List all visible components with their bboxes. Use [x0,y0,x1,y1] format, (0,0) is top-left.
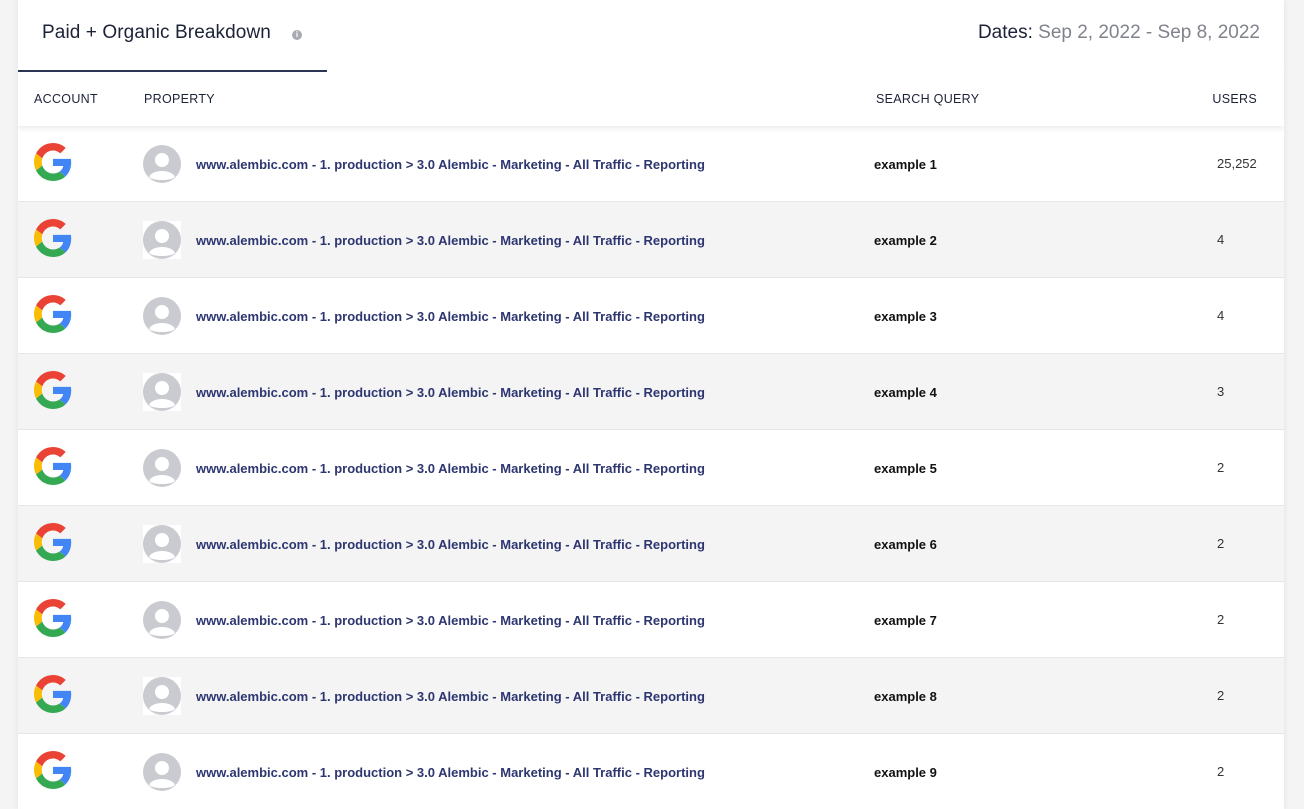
table-row[interactable]: www.alembic.com - 1. production > 3.0 Al… [18,430,1284,506]
table-row[interactable]: www.alembic.com - 1. production > 3.0 Al… [18,278,1284,354]
search-query: example 7 [874,613,937,628]
card-header: Paid + Organic Breakdown i Dates: Sep 2,… [18,0,1284,72]
search-query: example 1 [874,157,937,172]
breakdown-card: Paid + Organic Breakdown i Dates: Sep 2,… [18,0,1284,809]
google-icon [34,675,72,713]
user-avatar-icon [143,449,181,487]
table-row[interactable]: www.alembic.com - 1. production > 3.0 Al… [18,582,1284,658]
dates-value: Sep 2, 2022 - Sep 8, 2022 [1038,22,1260,43]
property-link[interactable]: www.alembic.com - 1. production > 3.0 Al… [196,689,705,704]
google-icon [34,295,72,333]
users-count: 3 [1217,384,1225,399]
users-count: 2 [1217,688,1225,703]
users-count: 2 [1217,612,1225,627]
date-range: Dates: Sep 2, 2022 - Sep 8, 2022 [978,22,1260,44]
info-icon[interactable]: i [292,30,302,40]
users-count: 25,252 [1217,156,1257,171]
property-link[interactable]: www.alembic.com - 1. production > 3.0 Al… [196,157,705,172]
search-query: example 4 [874,385,937,400]
tab-paid-organic-breakdown[interactable]: Paid + Organic Breakdown i [18,0,327,72]
user-avatar-icon [143,525,181,563]
tab-title: Paid + Organic Breakdown [42,22,271,43]
google-icon [34,751,72,789]
google-icon [34,143,72,181]
search-query: example 8 [874,689,937,704]
search-query: example 3 [874,309,937,324]
table-row[interactable]: www.alembic.com - 1. production > 3.0 Al… [18,202,1284,278]
search-query: example 5 [874,461,937,476]
users-count: 2 [1217,460,1225,475]
search-query: example 2 [874,233,937,248]
property-link[interactable]: www.alembic.com - 1. production > 3.0 Al… [196,309,705,324]
users-count: 4 [1217,232,1225,247]
google-icon [34,599,72,637]
search-query: example 9 [874,765,937,780]
user-avatar-icon [143,297,181,335]
users-count: 2 [1217,764,1225,779]
user-avatar-icon [143,145,181,183]
table-row[interactable]: www.alembic.com - 1. production > 3.0 Al… [18,658,1284,734]
table-header: ACCOUNT PROPERTY SEARCH QUERY USERS [18,72,1284,126]
column-header-users[interactable]: USERS [1212,92,1257,106]
property-link[interactable]: www.alembic.com - 1. production > 3.0 Al… [196,385,705,400]
table-row[interactable]: www.alembic.com - 1. production > 3.0 Al… [18,506,1284,582]
property-link[interactable]: www.alembic.com - 1. production > 3.0 Al… [196,461,705,476]
user-avatar-icon [143,753,181,791]
table-row[interactable]: www.alembic.com - 1. production > 3.0 Al… [18,126,1284,202]
user-avatar-icon [143,677,181,715]
table-row[interactable]: www.alembic.com - 1. production > 3.0 Al… [18,734,1284,809]
column-header-account[interactable]: ACCOUNT [34,92,98,106]
google-icon [34,371,72,409]
table-body: www.alembic.com - 1. production > 3.0 Al… [18,126,1284,809]
user-avatar-icon [143,373,181,411]
google-icon [34,523,72,561]
dates-label: Dates: [977,22,1033,43]
users-count: 4 [1217,308,1225,323]
google-icon [34,219,72,257]
property-link[interactable]: www.alembic.com - 1. production > 3.0 Al… [196,765,705,780]
property-link[interactable]: www.alembic.com - 1. production > 3.0 Al… [196,233,705,248]
google-icon [34,447,72,485]
user-avatar-icon [143,601,181,639]
user-avatar-icon [143,221,181,259]
property-link[interactable]: www.alembic.com - 1. production > 3.0 Al… [196,537,705,552]
column-header-property[interactable]: PROPERTY [144,92,215,106]
users-count: 2 [1217,536,1225,551]
table-row[interactable]: www.alembic.com - 1. production > 3.0 Al… [18,354,1284,430]
column-header-search-query[interactable]: SEARCH QUERY [876,92,979,106]
property-link[interactable]: www.alembic.com - 1. production > 3.0 Al… [196,613,705,628]
search-query: example 6 [874,537,937,552]
